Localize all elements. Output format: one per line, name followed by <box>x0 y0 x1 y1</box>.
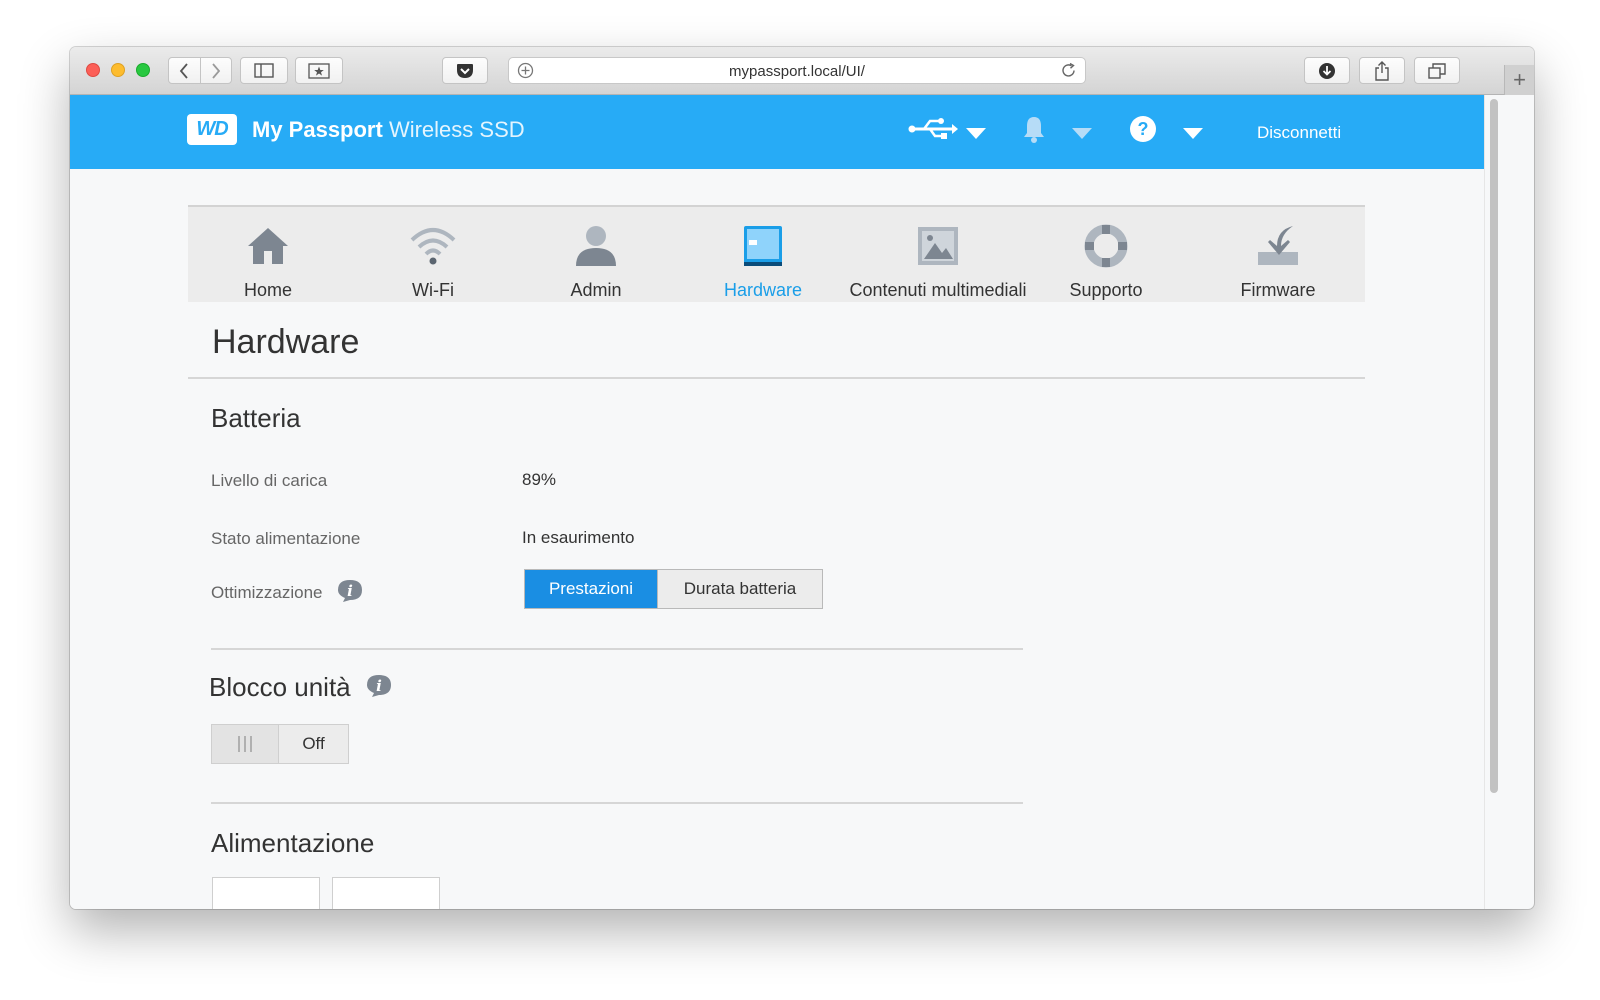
usb-dropdown[interactable] <box>966 126 986 144</box>
browser-toolbar: mypassport.local/UI/ + <box>70 47 1534 95</box>
forward-button[interactable] <box>199 58 232 83</box>
drive-lock-toggle[interactable]: Off <box>211 724 349 764</box>
tabs-icon <box>1428 62 1446 79</box>
power-option-button-2[interactable] <box>332 877 440 909</box>
toggle-state-label: Off <box>302 734 325 753</box>
share-icon <box>1375 60 1389 81</box>
user-icon <box>576 226 616 266</box>
app-title-light: Wireless SSD <box>388 117 525 142</box>
wd-logo: WD <box>187 114 237 145</box>
usb-icon <box>908 118 958 139</box>
pocket-icon <box>457 63 473 78</box>
app-title-bold: My Passport <box>252 117 383 142</box>
performance-option-button[interactable]: Prestazioni <box>525 570 657 608</box>
nav-wifi[interactable]: Wi-Fi <box>383 207 483 302</box>
star-icon <box>308 62 330 79</box>
close-window-button[interactable] <box>86 63 100 77</box>
nav-home-label: Home <box>243 280 292 300</box>
notifications-dropdown[interactable] <box>1072 126 1092 144</box>
tabs-overview-button[interactable] <box>1414 57 1460 84</box>
download-icon <box>1319 62 1335 79</box>
main-nav: Home Wi-Fi Admin Hardware Contenuti mult… <box>188 205 1365 302</box>
new-tab-button[interactable]: + <box>1504 65 1534 95</box>
nav-media[interactable]: Contenuti multimediali <box>843 207 1033 302</box>
nav-firmware[interactable]: Firmware <box>1228 207 1328 302</box>
address-bar[interactable]: mypassport.local/UI/ <box>508 57 1086 84</box>
nav-wifi-label: Wi-Fi <box>412 280 454 300</box>
main-content: Home Wi-Fi Admin Hardware Contenuti mult… <box>70 169 1484 909</box>
maximize-window-button[interactable] <box>136 63 150 77</box>
optimization-selector: Prestazioni Durata batteria <box>524 569 823 609</box>
nav-hardware-label: Hardware <box>723 280 803 300</box>
battery-section-title: Batteria <box>211 403 301 433</box>
app-title: My Passport Wireless SSD <box>252 117 525 143</box>
nav-firmware-label: Firmware <box>1240 280 1316 300</box>
drive-lock-section-title: Blocco unità i <box>209 672 392 705</box>
optimization-label: Ottimizzazione <box>211 582 323 602</box>
help-menu[interactable]: ? <box>1129 115 1157 148</box>
charge-level-label: Livello di carica <box>211 471 328 490</box>
battery-life-option-button[interactable]: Durata batteria <box>657 570 822 608</box>
caret-down-icon <box>1072 128 1092 139</box>
url-text: mypassport.local/UI/ <box>729 63 865 80</box>
pocket-button[interactable] <box>442 57 488 84</box>
charge-level-value: 89% <box>522 470 557 489</box>
notifications-menu[interactable] <box>1022 115 1046 148</box>
svg-text:i: i <box>347 582 353 600</box>
power-state-label: Stato alimentazione <box>211 529 361 548</box>
help-dropdown[interactable] <box>1183 126 1203 144</box>
power-section-title: Alimentazione <box>211 828 375 858</box>
help-icon: ? <box>1130 116 1156 142</box>
history-navigation <box>168 57 232 84</box>
minimize-window-button[interactable] <box>111 63 125 77</box>
nav-home[interactable]: Home <box>218 207 318 302</box>
info-icon[interactable]: i <box>366 674 392 705</box>
nav-support[interactable]: Supporto <box>1056 207 1156 302</box>
usb-menu[interactable] <box>908 117 958 146</box>
svg-text:?: ? <box>1138 119 1149 139</box>
vertical-scrollbar[interactable] <box>1484 95 1504 909</box>
sidebar-button[interactable] <box>240 57 288 84</box>
wifi-icon <box>410 228 456 265</box>
caret-down-icon <box>966 128 986 139</box>
nav-hardware[interactable]: Hardware <box>713 207 813 302</box>
share-button[interactable] <box>1359 57 1405 84</box>
chevron-left-icon <box>180 62 188 79</box>
top-sites-button[interactable] <box>295 57 343 84</box>
disconnect-link[interactable]: Disconnetti <box>1257 123 1341 143</box>
caret-down-icon <box>1183 128 1203 139</box>
power-option-button-1[interactable] <box>212 877 320 909</box>
downloads-button[interactable] <box>1304 57 1350 84</box>
drive-lock-title: Blocco unità <box>209 672 351 702</box>
optimization-row: Ottimizzazione i <box>211 579 363 608</box>
title-divider <box>188 377 1365 379</box>
sidebar-icon <box>254 63 274 78</box>
hardware-icon <box>744 226 782 266</box>
app-header: WD My Passport Wireless SSD ? Disconnett… <box>70 95 1484 169</box>
browser-window: mypassport.local/UI/ + WD My Passport Wi… <box>70 47 1534 909</box>
page-title: Hardware <box>212 323 360 361</box>
home-icon <box>248 228 288 264</box>
media-icon <box>918 227 958 265</box>
back-button[interactable] <box>169 58 200 83</box>
chevron-right-icon <box>212 62 220 79</box>
lifebuoy-icon <box>1084 224 1128 268</box>
bell-icon <box>1024 117 1044 143</box>
grip-icon <box>238 736 252 752</box>
power-state-value: In esaurimento <box>522 528 635 547</box>
nav-admin-label: Admin <box>570 280 622 300</box>
scrollbar-thumb[interactable] <box>1490 99 1498 793</box>
firmware-icon <box>1258 226 1298 265</box>
plus-icon: + <box>1513 67 1526 92</box>
nav-admin[interactable]: Admin <box>546 207 646 302</box>
toggle-knob[interactable] <box>212 725 279 763</box>
section-divider <box>211 802 1023 804</box>
nav-media-label: Contenuti multimediali <box>849 280 1027 300</box>
info-icon[interactable]: i <box>337 579 363 608</box>
section-divider <box>211 648 1023 650</box>
nav-support-label: Supporto <box>1069 280 1143 300</box>
reload-icon[interactable] <box>1060 62 1077 84</box>
svg-text:i: i <box>376 677 382 695</box>
